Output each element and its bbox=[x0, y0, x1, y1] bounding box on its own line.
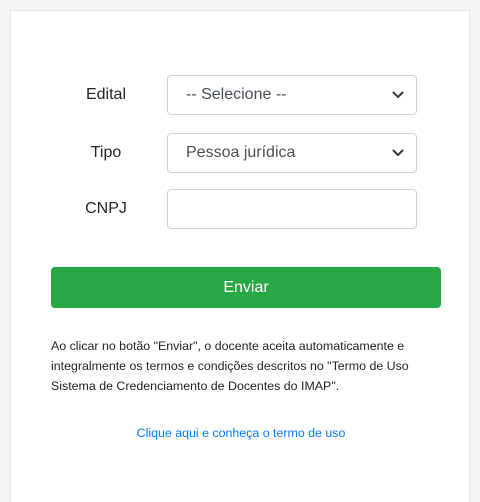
form-card: Edital -- Selecione -- Tipo Pessoa juríd… bbox=[10, 10, 470, 502]
tipo-label: Tipo bbox=[90, 144, 122, 161]
chevron-down-icon bbox=[392, 149, 404, 156]
edital-selected-value: -- Selecione -- bbox=[186, 86, 287, 103]
cnpj-input[interactable] bbox=[167, 189, 417, 229]
edital-select[interactable]: -- Selecione -- bbox=[167, 75, 417, 115]
cnpj-row: CNPJ bbox=[11, 189, 471, 229]
cnpj-label: CNPJ bbox=[85, 200, 127, 217]
tipo-row: Tipo Pessoa jurídica bbox=[11, 133, 471, 173]
edital-row: Edital -- Selecione -- bbox=[11, 75, 471, 115]
tipo-selected-value: Pessoa jurídica bbox=[186, 144, 296, 161]
edital-label: Edital bbox=[85, 86, 127, 103]
submit-button[interactable]: Enviar bbox=[51, 267, 441, 308]
tipo-select[interactable]: Pessoa jurídica bbox=[167, 133, 417, 173]
terms-link[interactable]: Clique aqui e conheça o termo de uso bbox=[11, 426, 471, 440]
terms-disclaimer: Ao clicar no botão "Enviar", o docente a… bbox=[51, 339, 409, 393]
chevron-down-icon bbox=[392, 91, 404, 98]
